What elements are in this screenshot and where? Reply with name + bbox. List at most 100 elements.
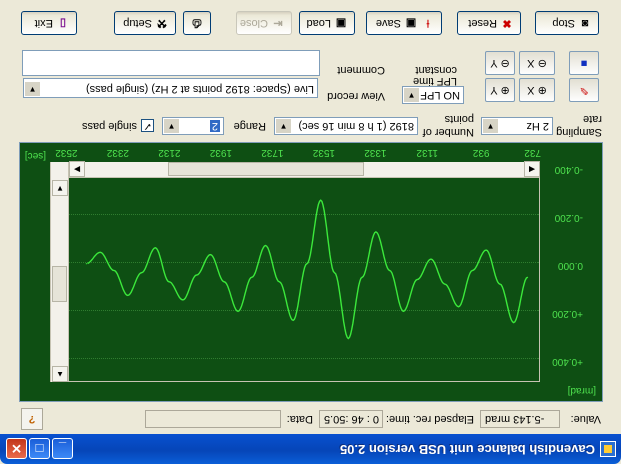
scroll-left-icon[interactable]: ◀ — [524, 161, 540, 177]
range-value: 2 — [209, 120, 220, 132]
signal-point — [209, 254, 211, 256]
signal-point — [127, 294, 129, 296]
stop-label: Stop — [552, 17, 575, 29]
x-tick-label: 2332 — [106, 147, 129, 158]
help-question-icon[interactable]: ? — [21, 408, 43, 430]
save-label: Save — [375, 17, 401, 29]
signal-point — [168, 281, 170, 283]
window-title: Cavendish balance unit USB version 2.05 — [339, 442, 595, 457]
signal-trace — [85, 199, 529, 340]
printer-button[interactable]: ⎙ — [183, 11, 211, 35]
x-tick-label: 2132 — [158, 147, 181, 158]
sampling-rate-label: Sampling — [556, 126, 602, 138]
horizontal-scroll-thumb[interactable] — [168, 162, 364, 176]
single-pass-checkbox[interactable]: ✓ — [141, 119, 154, 132]
signal-point — [361, 276, 363, 278]
horizontal-scrollbar[interactable]: ◀ ▶ — [69, 161, 540, 178]
minimize-button[interactable]: _ — [52, 438, 73, 459]
plot-area — [50, 162, 540, 382]
signal-point — [499, 283, 501, 285]
value-field: -5.143 mrad — [480, 410, 560, 428]
app-icon — [600, 441, 616, 457]
signal-point — [471, 269, 473, 272]
close-window-button[interactable]: ✕ — [6, 438, 27, 459]
signal-point — [223, 281, 225, 283]
save-button[interactable]: ⟊ ▣ Save — [366, 11, 442, 35]
x-tick-label: 2532 — [55, 147, 78, 158]
reset-button[interactable]: ✖ Reset — [457, 11, 521, 35]
signal-point — [306, 263, 308, 265]
x-tick-label: 932 — [472, 147, 490, 158]
printer-icon: ⎙ — [192, 17, 202, 29]
load-button[interactable]: ▣ Load — [299, 11, 355, 35]
exit-button[interactable]: ▯ Exit — [21, 11, 77, 35]
signal-point — [85, 263, 87, 265]
main-toolbar: ◙ Stop ✖ Reset ⟊ ▣ Save ▣ Load ⇤ Close ⎙ ⚒ Setu… — [0, 0, 621, 46]
signal-point — [237, 310, 239, 312]
chevron-down-icon: ▼ — [276, 119, 291, 133]
sampling-rate-select[interactable]: 2 Hz ▼ — [481, 117, 553, 135]
load-label: Load — [306, 17, 331, 29]
signal-point — [292, 319, 294, 321]
y-unit-label: [mrad] — [567, 385, 596, 396]
x-unit-label: [sec] — [24, 150, 46, 161]
view-record-value: Live (Space: 8192 points at 2 Hz) (singl… — [85, 83, 314, 95]
signal-line — [87, 199, 528, 340]
sampling-rate-value: 2 Hz — [526, 120, 549, 132]
y-tick-label: -0.400 — [554, 164, 583, 175]
data-label: Data: — [286, 413, 313, 425]
signal-point — [278, 281, 280, 283]
x-tick-label: 732 — [524, 147, 541, 158]
cursor-marker-icon: ⟊ — [426, 17, 430, 29]
vertical-scrollbar[interactable]: ▲ ▼ — [51, 162, 69, 382]
signal-point — [416, 278, 418, 281]
scroll-down-icon[interactable]: ▼ — [52, 180, 68, 196]
view-record-panel: Comment View record Live (Space: 8192 po… — [0, 46, 621, 106]
setup-label: Setup — [123, 17, 152, 29]
setup-button[interactable]: ⚒ Setup — [114, 11, 176, 35]
signal-point — [140, 272, 143, 274]
floppy-disk-icon: ▣ — [405, 17, 417, 29]
comment-input[interactable] — [22, 50, 320, 76]
x-tick-label: 1132 — [416, 147, 438, 158]
maximize-button[interactable]: □ — [29, 438, 50, 459]
signal-point — [154, 247, 156, 249]
elapsed-text: 0 : 46 :50.5 — [324, 413, 380, 425]
scroll-right-icon[interactable]: ▶ — [69, 161, 85, 177]
range-select[interactable]: 2 ▼ — [162, 117, 224, 135]
vertical-scroll-thumb[interactable] — [52, 266, 67, 302]
signal-point — [458, 306, 460, 308]
comment-label: Comment — [337, 64, 385, 76]
data-field — [145, 410, 281, 428]
chevron-down-icon: ▼ — [483, 119, 498, 133]
stop-button[interactable]: ◙ Stop — [535, 11, 599, 35]
y-tick-label: -0.200 — [554, 212, 583, 223]
title-bar: Cavendish balance unit USB version 2.05 … — [0, 434, 621, 464]
signal-point — [347, 337, 349, 340]
stop-icon: ◙ — [581, 17, 589, 29]
signal-point — [402, 310, 404, 312]
x-tick-label: 1932 — [209, 147, 232, 158]
reset-label: Reset — [468, 17, 497, 29]
points-select[interactable]: 8192 (1 h 8 min 16 sec) ▼ — [274, 117, 418, 135]
close-file-button[interactable]: ⇤ Close — [236, 11, 292, 35]
points-value: 8192 (1 h 8 min 16 sec) — [298, 120, 414, 132]
signal-point — [113, 269, 115, 272]
signal-point — [265, 244, 267, 247]
signal-point — [485, 249, 487, 251]
signal-point — [389, 269, 391, 272]
y-tick-label: 0.000 — [557, 260, 583, 271]
signal-point — [375, 231, 377, 233]
single-pass-label: single pass — [81, 120, 137, 132]
view-record-select[interactable]: Live (Space: 8192 points at 2 Hz) (singl… — [23, 78, 318, 98]
sampling-rate-label-2: rate — [583, 113, 602, 125]
value-label: Value: — [570, 413, 601, 425]
x-tick-label: 1532 — [312, 147, 335, 158]
acquisition-params: Sampling rate 2 Hz ▼ Number of points 81… — [0, 106, 621, 142]
x-tick-label: 1332 — [364, 147, 387, 158]
signal-point — [526, 276, 529, 278]
signal-point — [251, 276, 253, 278]
setup-tools-icon: ⚒ — [157, 17, 167, 29]
range-label: Range — [233, 120, 266, 132]
scroll-up-icon[interactable]: ▲ — [52, 366, 68, 382]
